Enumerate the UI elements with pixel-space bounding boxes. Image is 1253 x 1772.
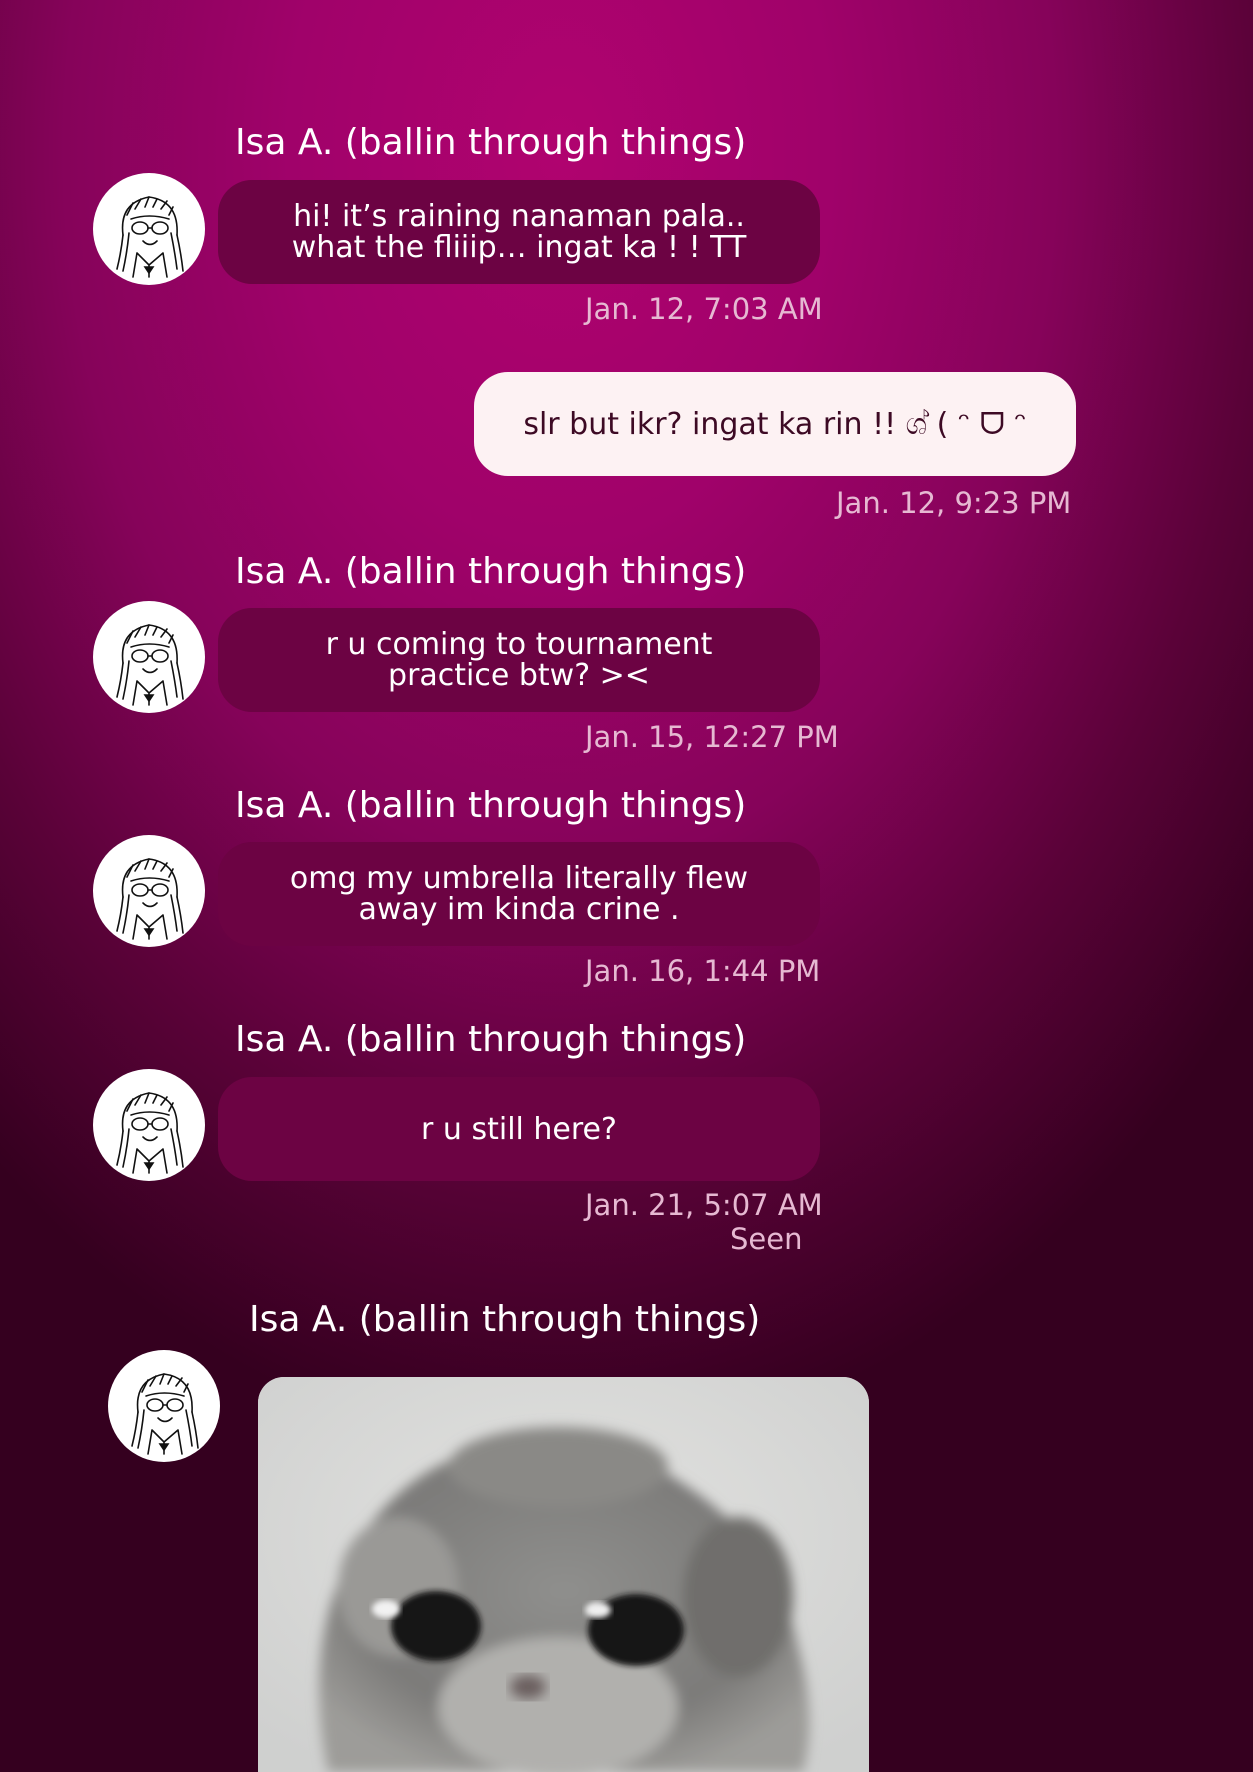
avatar-image	[116, 1092, 184, 1174]
message-timestamp: Jan. 12, 9:23 PM	[836, 486, 1072, 520]
avatar[interactable]	[93, 173, 205, 285]
avatar-image	[116, 196, 184, 278]
message-text: r u still here?	[421, 1111, 617, 1147]
sad-hamster-image	[258, 1377, 869, 1772]
sender-name: Isa A. (ballin through things)	[235, 551, 747, 592]
sender-name: Isa A. (ballin through things)	[235, 785, 747, 826]
message-text: omg my umbrella literally flew away im k…	[289, 861, 749, 927]
seen-status: Seen	[730, 1222, 803, 1256]
image-attachment[interactable]	[258, 1377, 869, 1772]
sender-name: Isa A. (ballin through things)	[235, 122, 747, 163]
avatar[interactable]	[93, 1069, 205, 1181]
avatar-image	[116, 858, 184, 940]
message-timestamp: Jan. 21, 5:07 AM	[585, 1188, 823, 1222]
avatar-image	[131, 1373, 199, 1455]
message-timestamp: Jan. 12, 7:03 AM	[585, 292, 823, 326]
message-bubble[interactable]: r u still here?	[218, 1077, 820, 1181]
message-bubble[interactable]: hi! it’s raining nanaman pala.. what the…	[218, 180, 820, 284]
avatar[interactable]	[93, 601, 205, 713]
outgoing-message-bubble[interactable]: slr but ikr? ingat ka rin !! ශ් ( ᵔ ᗜ ᵔ	[474, 372, 1076, 476]
message-text: slr but ikr? ingat ka rin !! ශ් ( ᵔ ᗜ ᵔ	[523, 406, 1027, 442]
sender-name: Isa A. (ballin through things)	[235, 1019, 747, 1060]
message-text: hi! it’s raining nanaman pala.. what the…	[291, 199, 747, 265]
message-text: r u coming to tournament practice btw? >…	[325, 627, 713, 693]
message-timestamp: Jan. 15, 12:27 PM	[585, 720, 839, 754]
message-timestamp: Jan. 16, 1:44 PM	[585, 954, 821, 988]
avatar[interactable]	[93, 835, 205, 947]
avatar[interactable]	[108, 1350, 220, 1462]
avatar-image	[116, 624, 184, 706]
message-bubble[interactable]: omg my umbrella literally flew away im k…	[218, 842, 820, 946]
sender-name: Isa A. (ballin through things)	[249, 1299, 761, 1340]
message-bubble[interactable]: r u coming to tournament practice btw? >…	[218, 608, 820, 712]
